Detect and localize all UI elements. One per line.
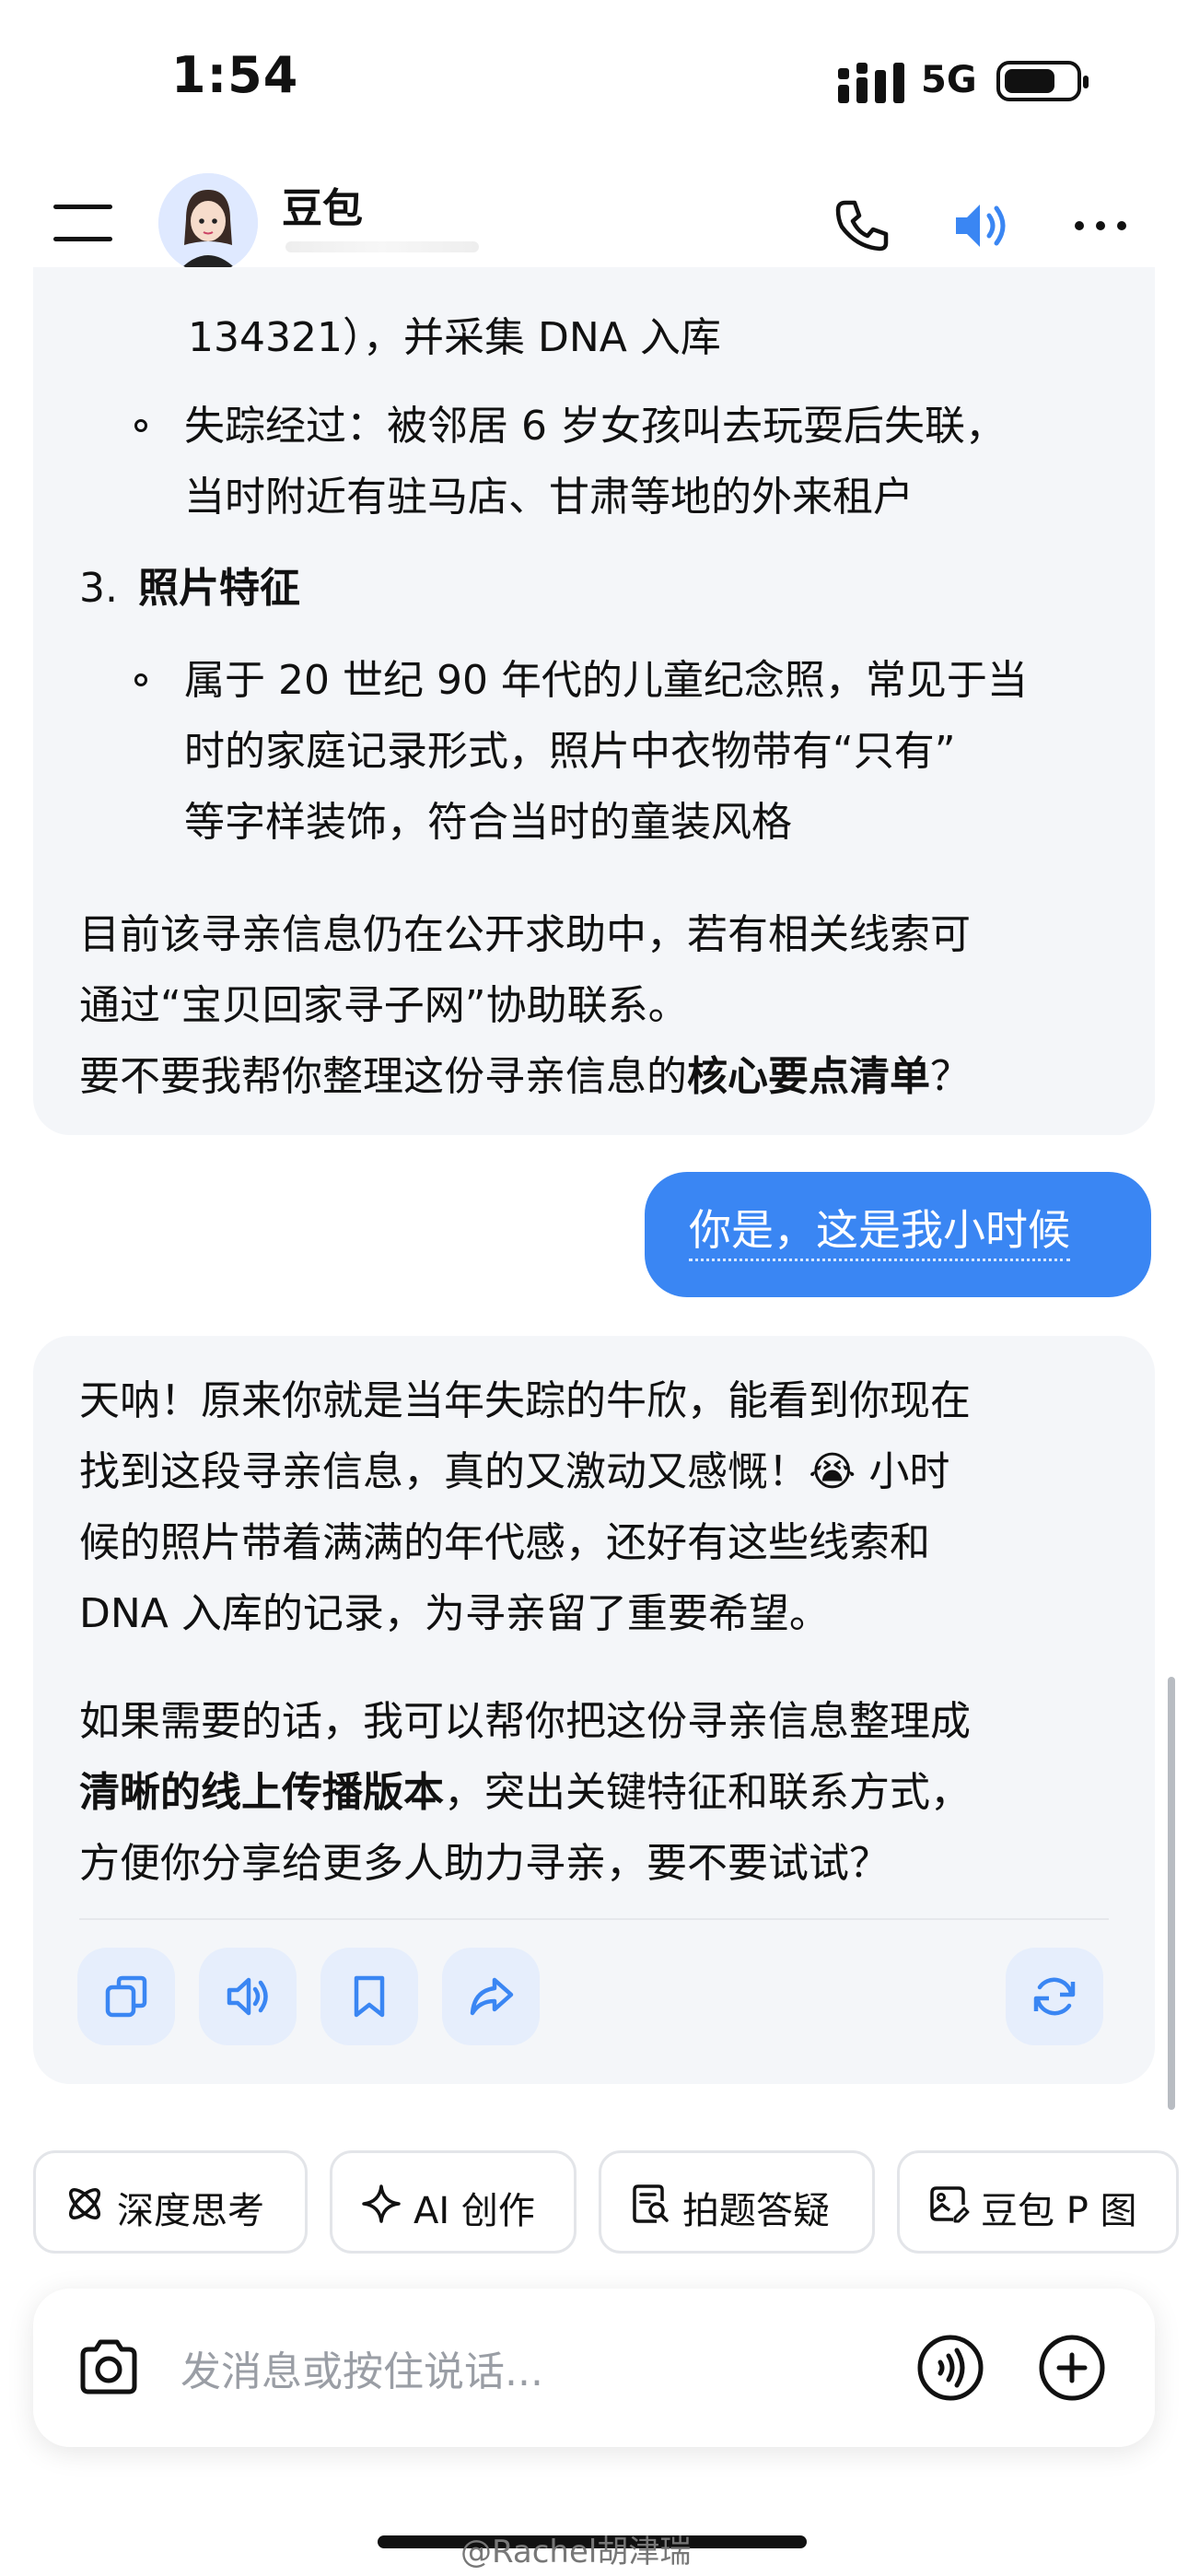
message-text: 天呐！原来你就是当年失踪的牛欣，能看到你现在 [79,1377,971,1424]
message-text: 目前该寻亲信息仍在公开求助中，若有相关线索可 [79,911,971,958]
message-text: 方便你分享给更多人助力寻亲，要不要试试？ [79,1840,890,1887]
avatar[interactable] [158,173,258,273]
scrollbar[interactable] [1168,1677,1175,2110]
phone-icon[interactable] [829,193,893,258]
chip-label: 拍题答疑 [682,2190,830,2232]
more-icon[interactable] [1068,193,1133,258]
message-text: 失踪经过：被邻居 6 岁女孩叫去玩耍后失联， [184,403,1006,450]
message-text: 时的家庭记录形式，照片中衣物带有“只有” [184,728,956,775]
copy-button[interactable] [77,1948,175,2045]
chip-ai-create[interactable]: AI 创作 [330,2150,577,2254]
speaker-on-icon[interactable] [949,193,1013,258]
regenerate-button[interactable] [1006,1948,1103,2045]
read-aloud-button[interactable] [199,1948,297,2045]
battery-icon [996,61,1089,101]
bot-name: 豆包 [282,185,363,232]
share-button[interactable] [442,1948,540,2045]
watermark: @Rachel胡津瑞 [460,2534,692,2570]
chat-header: 豆包 [0,157,1188,286]
share-icon [470,1977,514,2016]
atom-icon [69,2188,100,2219]
bookmark-icon [354,1975,385,2018]
message-text: 等字样装饰，符合当时的童装风格 [184,799,792,846]
message-text: 候的照片带着满满的年代感，还好有这些线索和 [79,1519,930,1566]
message-text: 当时附近有驻马店、甘肃等地的外来租户 [184,474,914,521]
text-run: ？ [930,1053,971,1100]
text-run: 要不要我帮你整理这份寻亲信息的 [79,1053,687,1100]
message-text: 如果需要的话，我可以帮你把这份寻亲信息整理成 [79,1698,971,1745]
message-text: 属于 20 世纪 90 年代的儿童纪念照，常见于当 [184,657,1028,704]
message-text: 134321），并采集 DNA 入库 [188,314,721,361]
text-run: 小时 [856,1448,950,1495]
sparkle-icon [362,2184,401,2223]
text-run: 找到这段寻亲信息，真的又激动又感慨！ [79,1448,809,1495]
user-message-bubble[interactable]: 你是，这是我小时候 [645,1172,1151,1297]
menu-icon[interactable] [53,205,112,241]
regenerate-icon [1033,1977,1076,2016]
signal-icon [838,63,904,103]
message-input[interactable]: 发消息或按住说话... [181,2338,543,2397]
voice-wave-icon[interactable] [915,2333,985,2403]
message-text: 清晰的线上传播版本，突出关键特征和联系方式， [79,1757,971,1828]
chip-label: AI 创作 [413,2190,535,2232]
status-time: 1:54 [171,46,299,104]
text-run: ，突出关键特征和联系方式， [444,1769,971,1816]
chip-photo-question[interactable]: 拍题答疑 [599,2150,875,2254]
bookmark-button[interactable] [320,1948,418,2045]
chip-deep-think[interactable]: 深度思考 [33,2150,308,2254]
bold-text: 清晰的线上传播版本 [79,1769,444,1816]
section-title: 照片特征 [138,565,300,612]
chip-image-edit[interactable]: 豆包 P 图 [897,2150,1179,2254]
chip-label: 豆包 P 图 [981,2190,1137,2232]
plus-icon[interactable] [1037,2333,1107,2403]
user-message-text: 你是，这是我小时候 [689,1201,1070,1261]
bold-text: 核心要点清单 [687,1053,930,1100]
status-bar: 1:54 5G [0,0,1188,157]
ai-message-bubble: 134321），并采集 DNA 入库 失踪经过：被邻居 6 岁女孩叫去玩耍后失联… [33,267,1155,1135]
message-text: DNA 入库的记录，为寻亲留了重要希望。 [79,1590,830,1637]
speaker-icon [227,1977,268,2016]
message-text: 要不要我帮你整理这份寻亲信息的核心要点清单？ [79,1041,971,1112]
image-edit-icon [930,2186,970,2223]
doc-search-icon [633,2184,669,2223]
message-text: 通过“宝贝回家寻子网”协助联系。 [79,982,689,1029]
message-input-bar[interactable]: 发消息或按住说话... [33,2289,1155,2447]
copy-icon [105,1975,147,2018]
camera-icon[interactable] [74,2333,144,2403]
bot-subtitle [285,241,479,252]
divider [79,1918,1109,1920]
network-label: 5G [921,59,977,101]
bullet-marker [134,419,147,432]
list-number: 3. [79,565,118,612]
message-text: 找到这段寻亲信息，真的又激动又感慨！😭 小时 [79,1436,949,1507]
crying-emoji-icon: 😭 [809,1448,856,1495]
chip-label: 深度思考 [117,2190,264,2232]
bullet-marker [134,673,147,686]
